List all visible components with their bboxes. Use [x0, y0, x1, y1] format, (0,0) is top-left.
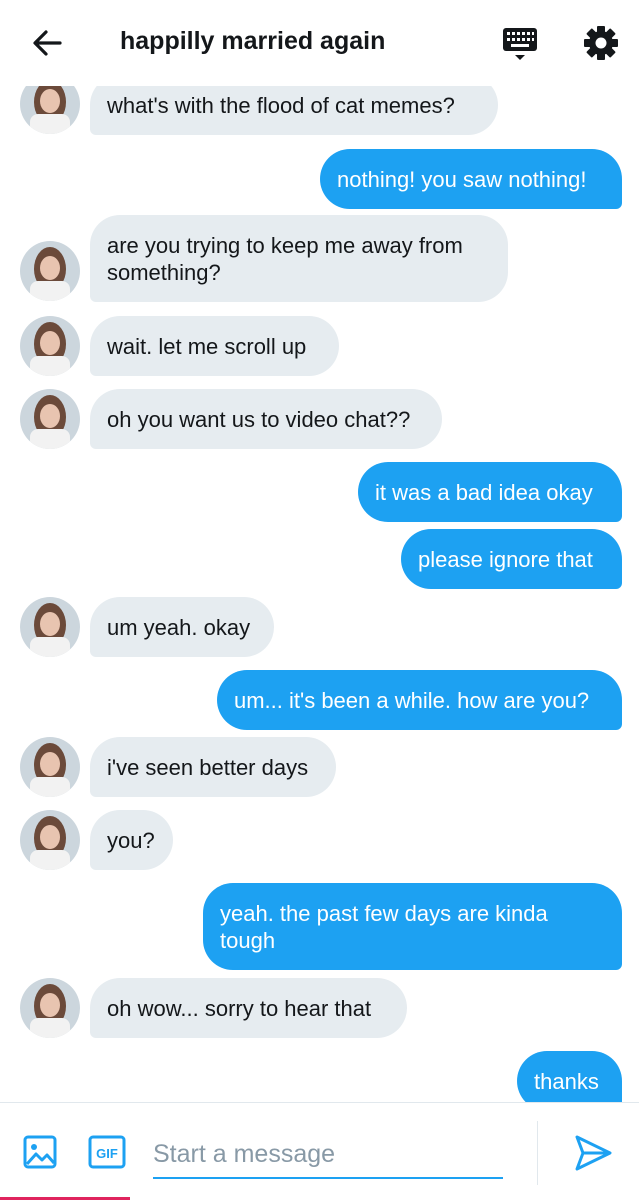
arrow-left-icon	[33, 30, 62, 56]
incoming-message[interactable]: are you trying to keep me away from some…	[90, 215, 508, 302]
add-gif-button[interactable]: GIF	[88, 1133, 126, 1171]
keyboard-toggle-button[interactable]	[500, 24, 540, 64]
contact-avatar[interactable]	[20, 810, 80, 870]
gif-icon: GIF	[88, 1135, 126, 1169]
send-button[interactable]	[572, 1133, 614, 1173]
incoming-message[interactable]: um yeah. okay	[90, 597, 274, 657]
svg-text:GIF: GIF	[96, 1146, 118, 1161]
back-button[interactable]	[28, 24, 66, 62]
contact-avatar[interactable]	[20, 241, 80, 301]
add-photo-button[interactable]	[22, 1133, 58, 1171]
incoming-message[interactable]: you?	[90, 810, 173, 870]
incoming-message[interactable]: i've seen better days	[90, 737, 336, 797]
send-icon	[575, 1135, 612, 1171]
conversation-header: happilly married again	[0, 0, 639, 86]
message-input[interactable]	[153, 1131, 503, 1179]
outgoing-message[interactable]: yeah. the past few days are kinda tough	[203, 883, 622, 970]
outgoing-message[interactable]: it was a bad idea okay	[358, 462, 622, 522]
contact-avatar[interactable]	[20, 389, 80, 449]
outgoing-message[interactable]: um... it's been a while. how are you?	[217, 670, 622, 730]
incoming-message[interactable]: wait. let me scroll up	[90, 316, 339, 376]
contact-avatar[interactable]	[20, 978, 80, 1038]
message-thread[interactable]: what's with the flood of cat memes? noth…	[0, 0, 639, 1102]
message-composer: GIF	[0, 1102, 639, 1201]
image-icon	[23, 1135, 57, 1169]
gear-icon	[584, 26, 618, 60]
incoming-message[interactable]: oh wow... sorry to hear that	[90, 978, 407, 1038]
contact-avatar[interactable]	[20, 597, 80, 657]
outgoing-message[interactable]: please ignore that	[401, 529, 622, 589]
composer-divider	[537, 1121, 538, 1185]
contact-avatar[interactable]	[20, 316, 80, 376]
contact-avatar[interactable]	[20, 737, 80, 797]
outgoing-message[interactable]: nothing! you saw nothing!	[320, 149, 622, 209]
outgoing-message[interactable]: thanks	[517, 1051, 622, 1102]
conversation-title: happilly married again	[120, 27, 386, 55]
settings-button[interactable]	[580, 22, 622, 64]
incoming-message[interactable]: oh you want us to video chat??	[90, 389, 442, 449]
keyboard-icon	[503, 28, 537, 60]
